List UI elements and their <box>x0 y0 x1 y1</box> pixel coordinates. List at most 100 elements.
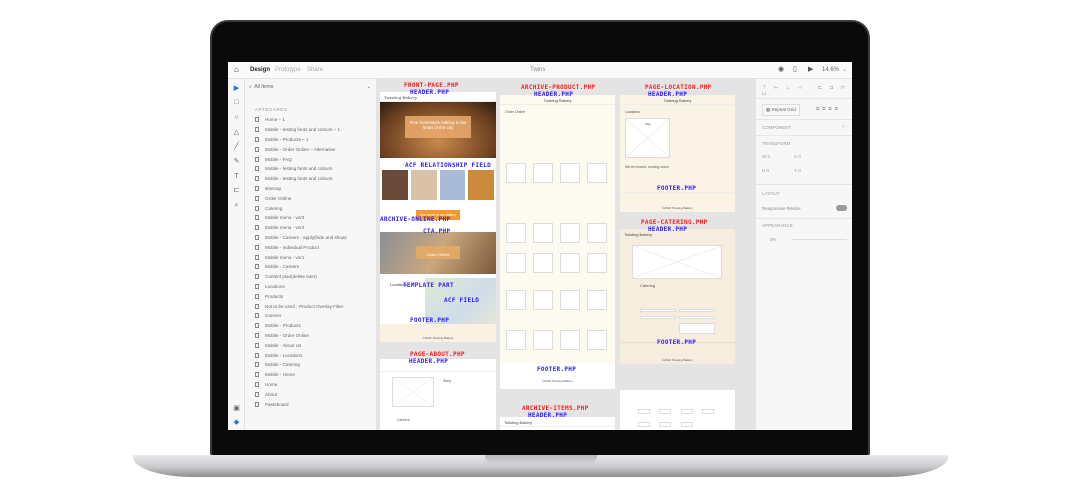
artboard-icon <box>255 225 259 231</box>
tab-prototype[interactable]: Prototype <box>275 67 301 73</box>
layer-label: Mobile - Home <box>265 372 295 378</box>
layer-item[interactable]: Mobile - Catering <box>255 360 347 370</box>
artboard-tool-icon[interactable]: ⊏ <box>233 187 240 194</box>
layer-item[interactable]: sitemap <box>255 184 347 194</box>
zoom-level[interactable]: 14.6% <box>822 67 839 73</box>
zoom-tool-icon[interactable]: ⌕ <box>233 202 240 209</box>
product-card <box>587 253 607 273</box>
line-tool-icon[interactable]: ╱ <box>233 143 240 150</box>
user-icon[interactable]: ◉ <box>778 65 784 73</box>
layer-item[interactable]: Mobile - testing fonts and colours – 1 <box>255 125 347 135</box>
device-preview-icon[interactable]: ▯ <box>793 65 797 73</box>
artboard-filter[interactable] <box>620 390 735 430</box>
layer-label: Mobile menu - ver1 <box>265 254 305 260</box>
artboard-about[interactable]: Story Careers <box>380 359 496 430</box>
artboard-icon <box>255 391 259 397</box>
artboard-archive-product[interactable]: Twisting Bakery Order Online ©2022 Twist… <box>500 95 615 389</box>
layer-item[interactable]: Mobile - testing fonts and colours <box>255 174 347 184</box>
label-header: Header.php <box>409 358 449 365</box>
layer-item[interactable]: Mobile - FAQ <box>255 154 347 164</box>
layer-item[interactable]: Order Online <box>255 193 347 203</box>
layer-item[interactable]: Products <box>255 291 347 301</box>
y-field[interactable]: Y 0 <box>794 168 801 173</box>
play-icon[interactable]: ▶ <box>808 65 813 73</box>
layer-item[interactable]: Mobile - Careers - apply(hide and show) <box>255 233 347 243</box>
label-cta: CTA.php <box>423 228 451 235</box>
layer-item[interactable]: Mobile - testing fonts and colours <box>255 164 347 174</box>
layer-item[interactable]: Mobile menu - ver3 <box>255 213 347 223</box>
layer-label: Mobile - Careers <box>265 264 299 270</box>
filter-chip <box>638 422 650 427</box>
chevron-down-icon[interactable]: ⌄ <box>842 66 847 73</box>
pen-tool-icon[interactable]: ✎ <box>233 158 240 165</box>
add-component-icon[interactable]: + <box>842 124 845 129</box>
layers-search[interactable]: ⌕ All Items ⌄ <box>249 84 373 94</box>
assets-icon[interactable]: ▣ <box>233 405 240 412</box>
layer-item[interactable]: Mobile menu - ver2 <box>255 223 347 233</box>
layer-item[interactable]: Mobile - Individual Product <box>255 242 347 252</box>
layer-item[interactable]: Mobile - Order Online <box>255 331 347 341</box>
layer-item[interactable]: Mobile - Locations <box>255 350 347 360</box>
width-field[interactable]: W 0 <box>762 154 770 159</box>
product-card <box>533 223 553 243</box>
search-input[interactable]: All Items <box>254 84 273 90</box>
height-field[interactable]: H 0 <box>762 168 769 173</box>
layer-item[interactable]: Catering <box>255 203 347 213</box>
opacity-slider[interactable] <box>792 239 847 240</box>
layer-item[interactable]: Mobile - About Us <box>255 340 347 350</box>
layer-item[interactable]: Home – 1 <box>255 115 347 125</box>
document-title[interactable]: Twins <box>530 67 545 73</box>
product-card <box>587 330 607 350</box>
label-acf-relationship: ACF Relationship Field <box>405 162 492 169</box>
home-icon[interactable]: ⌂ <box>234 65 239 74</box>
label-archive-product: archive-product.php <box>521 84 596 91</box>
artboard-icon <box>255 156 259 162</box>
layer-item[interactable]: Not to be used - Product Overlay Filter <box>255 301 347 311</box>
canvas[interactable]: Front-page.php Header.php Twisting Baker… <box>377 79 755 430</box>
select-tool-icon[interactable]: ▶ <box>233 85 240 92</box>
footer-area: ©2022 Twisting Bakery <box>380 324 496 342</box>
layer-item[interactable]: Content plan(delete later) <box>255 272 347 282</box>
x-field[interactable]: X 0 <box>794 154 801 159</box>
polygon-tool-icon[interactable]: △ <box>233 129 240 136</box>
layer-item[interactable]: Mobile - Careers <box>255 262 347 272</box>
opacity-field[interactable]: 0% <box>770 237 777 242</box>
layer-label: Mobile - Products – 1 <box>265 136 309 142</box>
map-placeholder: Map <box>625 118 670 158</box>
align-icons[interactable]: ⊤ ⊢ ⊥ ⊣ ⊏ ⊐ ⊓ ⊔ <box>762 85 852 97</box>
layer-item[interactable]: Mobile - Products <box>255 321 347 331</box>
label-header: Header.php <box>534 91 574 98</box>
product-card <box>587 223 607 243</box>
tab-share[interactable]: Share <box>307 67 323 73</box>
layer-item[interactable]: Home <box>255 380 347 390</box>
responsive-resize-toggle[interactable] <box>836 205 847 211</box>
label-footer: Footer.php <box>537 366 577 373</box>
layer-item[interactable]: Mobile - Order Online – Alternative <box>255 144 347 154</box>
artboard-location[interactable]: Twisting Bakery Locations Map We've move… <box>620 95 735 212</box>
tab-design[interactable]: Design <box>250 67 270 73</box>
layer-item[interactable]: Mobile - Home <box>255 370 347 380</box>
rectangle-tool-icon[interactable]: □ <box>233 99 240 106</box>
product-card <box>560 330 580 350</box>
repeat-grid-button[interactable]: ▦ Repeat Grid <box>762 104 800 116</box>
layer-label: Content plan(delete later) <box>265 274 317 280</box>
cta-button[interactable]: Order Online <box>416 246 460 259</box>
layer-item[interactable]: Mobile menu - ver1 <box>255 252 347 262</box>
layer-item[interactable]: Mobile - Products – 1 <box>255 135 347 145</box>
artboard-icon <box>255 166 259 172</box>
layer-item[interactable]: About <box>255 389 347 399</box>
artboard-icon <box>255 313 259 319</box>
ellipse-tool-icon[interactable]: ○ <box>233 114 240 121</box>
product-card <box>506 223 526 243</box>
layer-label: Mobile menu - ver2 <box>265 225 305 231</box>
boolean-icons[interactable]: ⧉⧉⧉⧉ <box>816 106 841 111</box>
layer-item[interactable]: Careers <box>255 311 347 321</box>
chevron-down-icon[interactable]: ⌄ <box>367 84 371 90</box>
transform-heading: TRANSFORM <box>762 141 791 146</box>
layer-label: Order Online <box>265 195 292 201</box>
layer-item[interactable]: Locations <box>255 282 347 292</box>
text-tool-icon[interactable]: T <box>233 173 240 180</box>
layer-item[interactable]: Pasteboard <box>255 399 347 409</box>
product-card <box>587 290 607 310</box>
layers-icon[interactable]: ◆ <box>233 419 240 426</box>
